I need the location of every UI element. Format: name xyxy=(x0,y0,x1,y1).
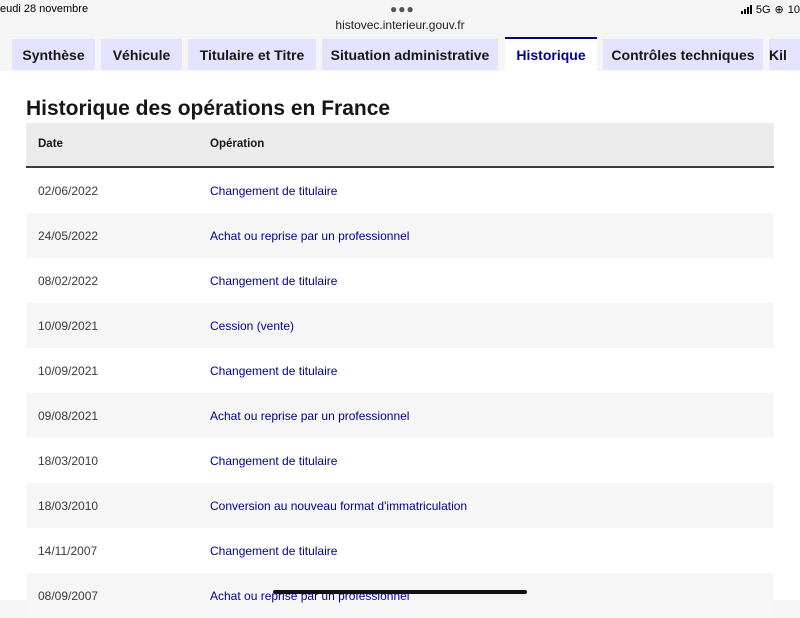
row-date: 18/03/2010 xyxy=(38,454,99,468)
home-indicator[interactable] xyxy=(273,590,527,594)
column-header-date: Date xyxy=(38,138,63,150)
signal-icon xyxy=(740,5,752,14)
row-operation: Changement de titulaire xyxy=(210,364,338,378)
orientation-lock-icon: ⊕ xyxy=(774,4,784,16)
row-date: 10/09/2021 xyxy=(38,319,99,333)
row-operation: Cession (vente) xyxy=(210,319,295,333)
table-row: 02/06/2022 Changement de titulaire xyxy=(26,168,774,213)
tab-controles-techniques[interactable]: Contrôles techniques xyxy=(603,39,763,70)
table-row: 18/03/2010 Conversion au nouveau format … xyxy=(26,483,774,528)
table-row: 08/02/2022 Changement de titulaire xyxy=(26,258,774,303)
tab-vehicule[interactable]: Véhicule xyxy=(101,39,182,70)
tab-historique[interactable]: Historique xyxy=(505,37,597,71)
column-header-operation: Opération xyxy=(210,138,265,150)
table-row: 09/08/2021 Achat ou reprise par un profe… xyxy=(26,393,774,438)
row-date: 10/09/2021 xyxy=(38,364,99,378)
row-date: 02/06/2022 xyxy=(38,184,99,198)
tab-situation-administrative[interactable]: Situation administrative xyxy=(322,39,498,70)
operations-table: Date Opération 02/06/2022 Changement de … xyxy=(26,123,774,618)
row-operation: Achat ou reprise par un professionnel xyxy=(210,409,410,423)
address-bar-url[interactable]: histovec.interieur.gouv.fr xyxy=(0,18,800,32)
table-header: Date Opération xyxy=(26,123,774,168)
row-date: 24/05/2022 xyxy=(38,229,99,243)
tab-titulaire-titre[interactable]: Titulaire et Titre xyxy=(188,39,316,70)
battery-label: 10 xyxy=(787,3,800,16)
network-label: 5G xyxy=(755,3,771,16)
row-date: 14/11/2007 xyxy=(38,544,98,558)
tab-kilometrage[interactable]: Kil xyxy=(769,39,800,70)
row-date: 09/08/2021 xyxy=(38,409,99,423)
table-row: 24/05/2022 Achat ou reprise par un profe… xyxy=(26,213,774,258)
table-row: 10/09/2021 Changement de titulaire xyxy=(26,348,774,393)
table-row: 18/03/2010 Changement de titulaire xyxy=(26,438,774,483)
tab-synthese[interactable]: Synthèse xyxy=(12,39,95,70)
row-operation: Changement de titulaire xyxy=(210,454,338,468)
table-row: 14/11/2007 Changement de titulaire xyxy=(26,528,774,573)
row-operation: Changement de titulaire xyxy=(210,544,338,558)
row-operation: Changement de titulaire xyxy=(210,184,338,198)
row-date: 08/02/2022 xyxy=(38,274,99,288)
table-row: 08/09/2007 Achat ou reprise par un profe… xyxy=(26,573,774,618)
row-date: 08/09/2007 xyxy=(38,589,99,603)
status-indicators: 5G ⊕ 10 xyxy=(740,3,800,16)
more-dots-icon[interactable]: ●●● xyxy=(390,2,415,16)
status-date: eudi 28 novembre xyxy=(0,3,89,15)
row-operation: Conversion au nouveau format d'immatricu… xyxy=(210,499,468,513)
tab-bar: Synthèse Véhicule Titulaire et Titre Sit… xyxy=(0,37,800,71)
history-panel: Historique des opérations en France Date… xyxy=(0,71,800,618)
page-title: Historique des opérations en France xyxy=(26,97,391,120)
row-operation: Changement de titulaire xyxy=(210,274,338,288)
row-operation: Achat ou reprise par un professionnel xyxy=(210,229,410,243)
row-date: 18/03/2010 xyxy=(38,499,99,513)
table-row: 10/09/2021 Cession (vente) xyxy=(26,303,774,348)
status-bar: eudi 28 novembre ●●● 5G ⊕ 10 histovec.in… xyxy=(0,0,800,38)
